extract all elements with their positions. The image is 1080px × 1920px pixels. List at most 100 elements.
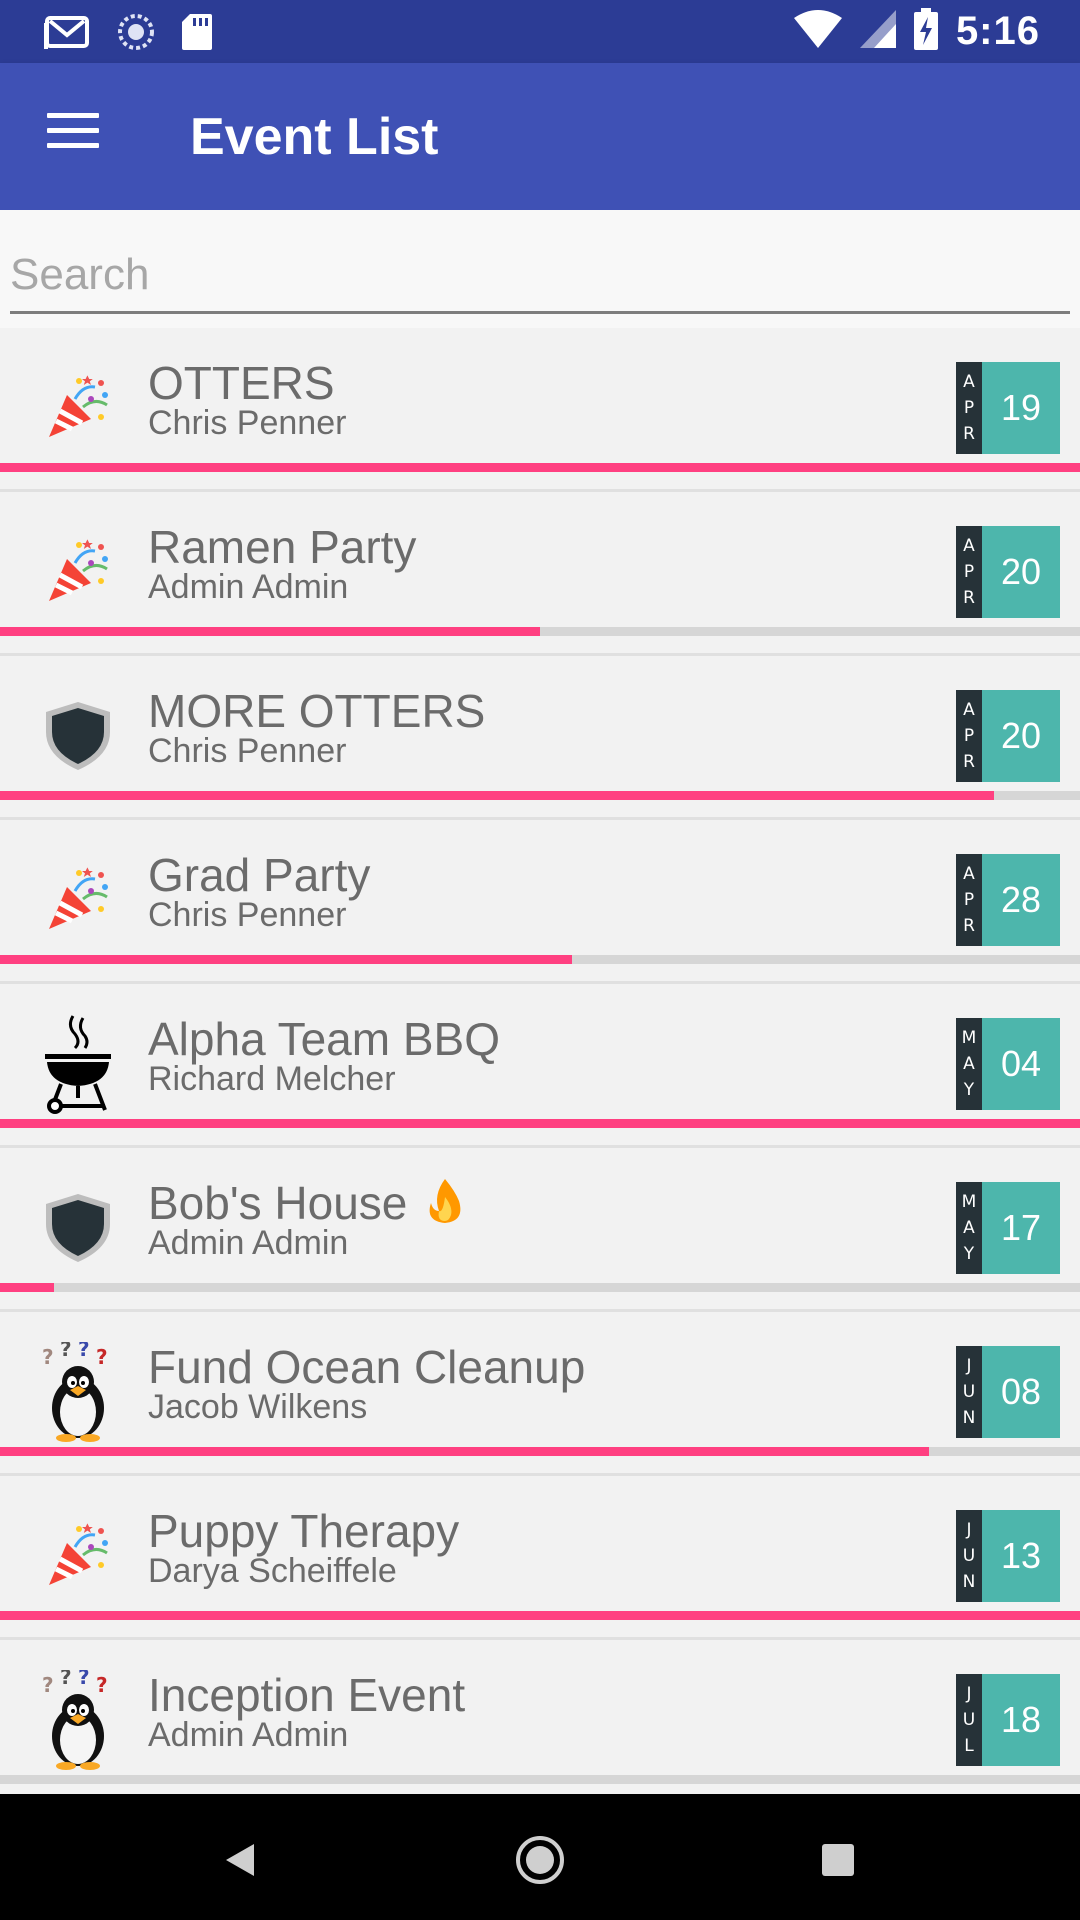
date-month-letter: A	[963, 1218, 975, 1238]
date-month-letter: M	[961, 1028, 977, 1048]
date-month-letter: A	[963, 536, 975, 556]
date-month: MAY	[956, 1018, 982, 1110]
home-icon[interactable]	[502, 1822, 578, 1898]
event-title: Ramen Party	[148, 520, 416, 574]
progress-fill	[0, 1119, 1080, 1128]
event-owner: Admin Admin	[148, 568, 349, 606]
date-badge: A P R 20	[956, 690, 1060, 782]
event-title: Alpha Team BBQ	[148, 1012, 500, 1066]
status-time: 5:16	[955, 9, 1040, 53]
progress-fill	[0, 1447, 929, 1456]
date-month-letter: Y	[963, 1244, 975, 1264]
event-list-item[interactable]: Ramen Party Admin Admin A P R 20	[0, 492, 1080, 656]
event-list-item[interactable]: Puppy Therapy Darya Scheiffele J U N 13	[0, 1476, 1080, 1640]
progress-fill	[0, 627, 540, 636]
progress-fill	[0, 1611, 1080, 1620]
event-owner: Chris Penner	[148, 732, 347, 770]
date-month-letter: U	[962, 1710, 976, 1730]
event-title-text: MORE OTTERS	[148, 685, 486, 737]
date-badge: A P R 19	[956, 362, 1060, 454]
date-month: JUN	[956, 1346, 982, 1438]
event-title: Grad Party	[148, 848, 370, 902]
date-day: 13	[982, 1510, 1060, 1602]
event-list[interactable]: OTTERS Chris Penner A P R 19 Ramen Party Admin …	[0, 328, 1080, 1804]
battery-charging-icon	[913, 8, 938, 55]
status-bar: 5:16	[0, 0, 1080, 63]
event-title: MORE OTTERS	[148, 684, 485, 738]
event-list-item[interactable]: OTTERS Chris Penner A P R 19	[0, 328, 1080, 492]
search-input[interactable]	[10, 238, 1070, 314]
progress-bar	[0, 1119, 1080, 1128]
event-title: Inception Event	[148, 1668, 465, 1722]
event-title-text: Bob's House	[148, 1177, 408, 1229]
event-list-item[interactable]: Bob's House Admin Admin M A Y 17	[0, 1148, 1080, 1312]
date-month-letter: N	[962, 1408, 976, 1428]
party-popper-icon	[38, 850, 118, 950]
date-month-letter: M	[961, 1192, 977, 1212]
progress-bar	[0, 1283, 1080, 1292]
sync-icon	[116, 12, 156, 57]
search-bar	[0, 210, 1080, 328]
date-badge: A P R 20	[956, 526, 1060, 618]
wifi-icon	[793, 10, 842, 53]
date-badge: J U N 08	[956, 1346, 1060, 1438]
event-list-item[interactable]: Alpha Team BBQ Richard Melcher M A Y 04	[0, 984, 1080, 1148]
progress-bar	[0, 791, 1080, 800]
date-month-letter: A	[963, 372, 975, 392]
party-popper-icon	[38, 358, 118, 458]
date-month-letter: R	[963, 588, 975, 608]
date-month-letter: P	[963, 562, 975, 582]
date-badge: J U N 13	[956, 1510, 1060, 1602]
date-month-letter: Y	[963, 1080, 975, 1100]
date-month: APR	[956, 526, 982, 618]
date-day: 08	[982, 1346, 1060, 1438]
progress-fill	[0, 955, 573, 964]
date-month-letter: L	[964, 1736, 974, 1756]
date-month: APR	[956, 854, 982, 946]
svg-text:?: ?	[96, 1345, 108, 1369]
date-badge: A P R 28	[956, 854, 1060, 946]
date-month: JUN	[956, 1510, 982, 1602]
date-month-letter: J	[966, 1356, 972, 1376]
svg-text:?: ?	[60, 1342, 72, 1361]
svg-text:?: ?	[60, 1670, 72, 1689]
date-month-letter: A	[963, 864, 975, 884]
event-title-text: Fund Ocean Cleanup	[148, 1341, 586, 1393]
date-day: 18	[982, 1674, 1060, 1766]
date-month-letter: P	[963, 890, 975, 910]
date-month-letter: A	[963, 700, 975, 720]
event-list-item[interactable]: MORE OTTERS Chris Penner A P R 20	[0, 656, 1080, 820]
event-list-item[interactable]: ???? Inception Event Admin Admin J U L 18	[0, 1640, 1080, 1804]
progress-bar	[0, 627, 1080, 636]
svg-text:?: ?	[42, 1673, 54, 1697]
hamburger-menu-icon[interactable]	[40, 113, 106, 161]
fire-icon	[425, 1177, 465, 1236]
event-list-item[interactable]: ???? Fund Ocean Cleanup Jacob Wilkens J U N 08	[0, 1312, 1080, 1476]
date-day: 20	[982, 690, 1060, 782]
event-owner: Darya Scheiffele	[148, 1552, 397, 1590]
event-title: OTTERS	[148, 356, 335, 410]
event-title-text: Puppy Therapy	[148, 1505, 460, 1557]
date-month: MAY	[956, 1182, 982, 1274]
event-title-text: Inception Event	[148, 1669, 466, 1721]
date-badge: M A Y 17	[956, 1182, 1060, 1274]
back-icon[interactable]	[202, 1822, 278, 1898]
date-badge: J U L 18	[956, 1674, 1060, 1766]
svg-text:?: ?	[96, 1673, 108, 1697]
date-day: 20	[982, 526, 1060, 618]
recents-icon[interactable]	[800, 1822, 876, 1898]
navigation-bar	[0, 1794, 1080, 1920]
progress-bar	[0, 1775, 1080, 1784]
party-popper-icon	[38, 522, 118, 622]
event-list-item[interactable]: Grad Party Chris Penner A P R 28	[0, 820, 1080, 984]
date-day: 28	[982, 854, 1060, 946]
progress-bar	[0, 1447, 1080, 1456]
date-month-letter: P	[963, 398, 975, 418]
page-title: Event List	[190, 108, 439, 166]
date-month-letter: P	[963, 726, 975, 746]
date-month-letter: R	[963, 424, 975, 444]
bbq-grill-icon	[38, 1014, 118, 1114]
sd-card-icon	[182, 14, 212, 55]
svg-text:?: ?	[78, 1342, 90, 1361]
date-month-letter: J	[966, 1520, 972, 1540]
